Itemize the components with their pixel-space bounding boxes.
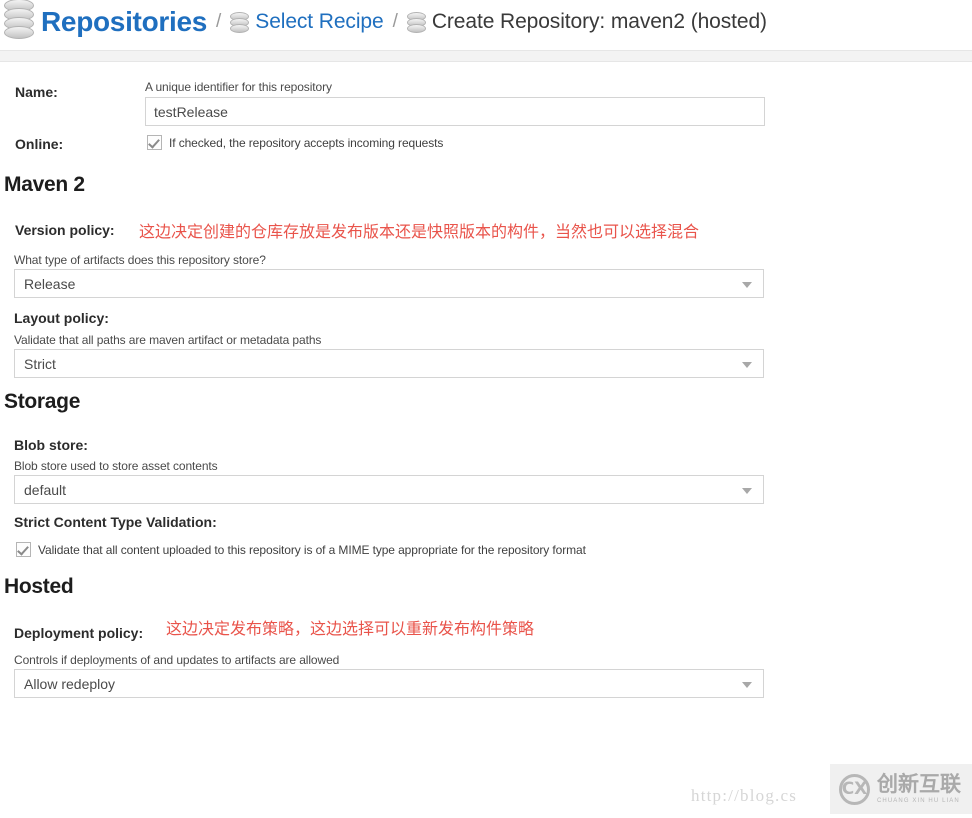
watermark-brand-text: 创新互联 CHUANG XIN HU LIAN (877, 772, 961, 805)
deployment-policy-label: Deployment policy: (14, 625, 144, 641)
version-policy-help-text: What type of artifacts does this reposit… (14, 253, 266, 267)
online-checkbox[interactable] (147, 135, 162, 150)
hosted-section-title: Hosted (4, 575, 74, 598)
online-checkbox-label: If checked, the repository accepts incom… (169, 135, 444, 150)
name-help-text: A unique identifier for this repository (145, 80, 332, 94)
database-icon (230, 11, 250, 34)
field-row-layout-policy: Layout policy: Validate that all paths a… (0, 289, 972, 378)
brand-logo-icon: CX (839, 773, 870, 805)
field-row-blob-store: Blob store: Blob store used to store ass… (0, 415, 972, 504)
database-icon (406, 11, 426, 34)
section-hosted: Hosted (0, 555, 972, 603)
breadcrumb-separator-1: / (216, 11, 222, 32)
watermark-brand-pinyin: CHUANG XIN HU LIAN (877, 798, 960, 804)
breadcrumb-separator-2: / (392, 11, 398, 32)
breadcrumb: Repositories / Select Recipe / Create Re… (0, 0, 972, 44)
online-label: Online: (15, 136, 64, 152)
breadcrumb-select-recipe-link[interactable]: Select Recipe (255, 10, 383, 34)
field-row-deployment-policy: Deployment policy: 这边决定发布策略，这边选择可以重新发布构件… (0, 603, 972, 698)
blob-store-label: Blob store: (14, 437, 88, 453)
section-maven2: Maven 2 (0, 159, 972, 201)
header-separator (0, 50, 972, 62)
breadcrumb-current-page: Create Repository: maven2 (hosted) (431, 10, 767, 33)
deployment-policy-annotation: 这边决定发布策略，这边选择可以重新发布构件策略 (166, 619, 535, 638)
version-policy-annotation: 这边决定创建的仓库存放是发布版本还是快照版本的构件，当然也可以选择混合 (139, 222, 700, 241)
field-row-strict-content-type: Strict Content Type Validation: Validate… (0, 493, 972, 557)
field-row-name: Name: A unique identifier for this repos… (0, 62, 972, 126)
deployment-policy-help-text: Controls if deployments of and updates t… (14, 653, 340, 667)
online-checkbox-row[interactable]: If checked, the repository accepts incom… (147, 135, 443, 150)
section-storage: Storage (0, 367, 972, 415)
name-label: Name: (15, 84, 58, 100)
deployment-policy-select[interactable]: Allow redeploy (14, 669, 764, 698)
chevron-down-icon[interactable] (742, 681, 752, 688)
field-row-version-policy: Version policy: 这边决定创建的仓库存放是发布版本还是快照版本的构… (0, 201, 972, 298)
database-icon (4, 0, 34, 39)
watermark-url: http://blog.cs (691, 786, 798, 805)
chevron-down-icon[interactable] (742, 281, 752, 288)
layout-policy-help-text: Validate that all paths are maven artifa… (14, 333, 322, 347)
watermark-brand-name: 创新互联 (877, 772, 961, 796)
deployment-policy-value: Allow redeploy (24, 675, 116, 692)
blob-store-help-text: Blob store used to store asset contents (14, 459, 218, 473)
layout-policy-label: Layout policy: (14, 310, 109, 326)
field-row-online: Online: If checked, the repository accep… (0, 117, 972, 159)
strict-content-type-label: Strict Content Type Validation: (14, 514, 217, 530)
storage-section-title: Storage (4, 390, 81, 413)
create-repository-form: Name: A unique identifier for this repos… (0, 62, 972, 698)
version-policy-label: Version policy: (15, 222, 115, 238)
breadcrumb-root-link[interactable]: Repositories (41, 6, 207, 38)
maven2-section-title: Maven 2 (4, 173, 85, 196)
watermark-brand-badge: CX 创新互联 CHUANG XIN HU LIAN (830, 764, 972, 814)
